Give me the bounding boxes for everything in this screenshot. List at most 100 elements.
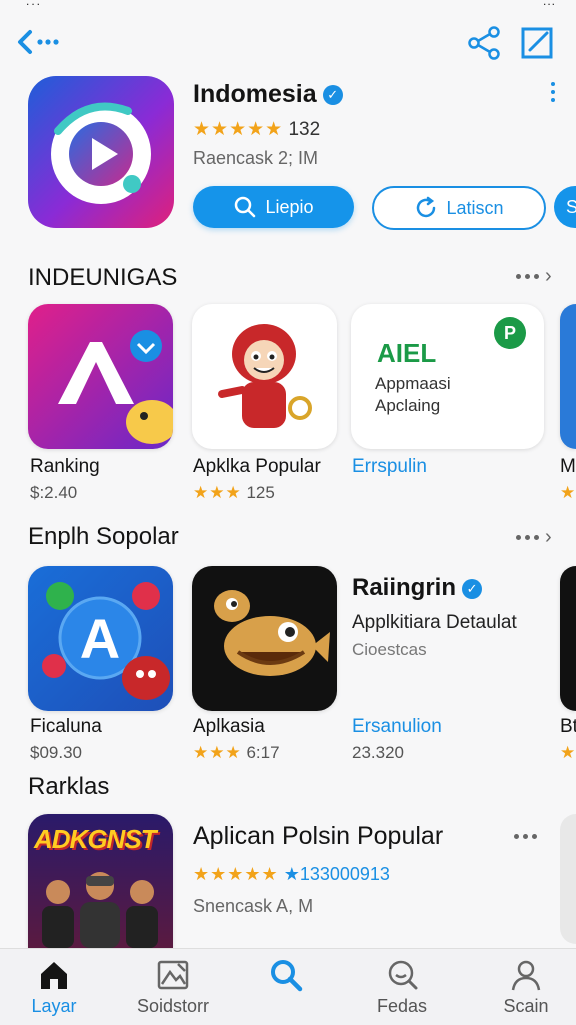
nav-item-soidstorr[interactable]: Soidstorr: [123, 958, 223, 1020]
rating-count: 6:17: [246, 743, 280, 762]
app-card-price: $:2.40: [30, 483, 78, 502]
app-card-line: Appmaasi: [375, 374, 451, 393]
nav-label: Scain: [503, 996, 549, 1016]
app-subtitle: Raencask 2; IM: [193, 148, 319, 168]
app-icon[interactable]: [28, 76, 174, 228]
app-card-title: Apklka Popular: [193, 456, 321, 477]
featured-app-title: Raiingrin ✓: [352, 574, 483, 602]
status-time: ...: [26, 0, 43, 8]
app-card-icon[interactable]: ADKGNST: [28, 814, 173, 948]
kebab-dot: [551, 90, 555, 94]
app-card-rating: ★★★ 6:17: [193, 743, 280, 763]
more-options-button[interactable]: [546, 82, 560, 110]
star-rating-icon: ★: [560, 483, 576, 502]
nav-label: Soidstorr: [136, 996, 210, 1016]
star-rating-icon: ★: [560, 743, 576, 762]
app-card-icon[interactable]: A: [28, 566, 173, 711]
third-action-button[interactable]: S: [554, 186, 576, 228]
app-card-title: Ersanulion: [352, 716, 442, 737]
nav-label: Fedas: [376, 996, 428, 1016]
blue-star-icon: ★: [283, 864, 300, 884]
nav-item-scain[interactable]: Scain: [476, 958, 576, 1020]
featured-app-title-text: Raiingrin: [352, 574, 457, 601]
p-badge-icon: P: [494, 317, 526, 349]
nav-label: Layar: [31, 996, 77, 1016]
dot: [516, 273, 521, 279]
section-title-2: Enplh Sopolar: [28, 523, 179, 550]
app-rating: ★★★★★ 132: [193, 118, 320, 141]
people-photo-icon: [42, 872, 158, 948]
dot: [525, 273, 530, 279]
app-card-title: Errspulin: [352, 456, 427, 477]
star-rating-icon: ★★★★★: [193, 119, 284, 140]
mascot-character-icon: [218, 324, 312, 428]
share-icon: [468, 26, 500, 60]
secondary-action-button[interactable]: Latiscn: [372, 186, 546, 230]
dot: [514, 833, 519, 839]
app-card-icon[interactable]: [28, 304, 173, 449]
nav-item-search[interactable]: [236, 958, 336, 1020]
verified-badge-icon: ✓: [462, 578, 483, 599]
edit-icon: [521, 27, 553, 59]
dot: [534, 273, 539, 279]
dot: [523, 833, 528, 839]
svg-text:A: A: [80, 607, 120, 670]
image-icon: [157, 960, 189, 990]
rating-text: 133000913: [299, 864, 390, 884]
star-rating-icon: ★★★: [193, 743, 242, 762]
list-item-more-button[interactable]: [514, 824, 558, 848]
section-title-1: INDEUNIGAS: [28, 264, 178, 291]
rating-count: 125: [246, 483, 275, 502]
nav-item-fedas[interactable]: Fedas: [352, 958, 452, 1020]
letter-a-badges-icon: A: [42, 582, 170, 700]
app-card-title: Aplkasia: [193, 716, 265, 737]
share-button[interactable]: [466, 24, 504, 62]
search-icon: [235, 196, 256, 218]
app-card-line: Apclaing: [375, 396, 441, 415]
app-card-title: Ficaluna: [30, 716, 102, 737]
edit-button[interactable]: [520, 26, 556, 62]
featured-app-line: Applkitiara Detaulat: [352, 612, 517, 633]
app-logo-icon: [51, 102, 151, 204]
nav-item-layar[interactable]: Layar: [4, 958, 104, 1020]
list-item-rating: ★★★★★ ★133000913: [193, 864, 390, 885]
app-card-price: $09.30: [30, 743, 82, 762]
rating-count: 132: [288, 119, 321, 140]
app-card-icon[interactable]: AIEL Appmaasi Apclaing P: [351, 304, 544, 449]
kebab-dot: [551, 82, 555, 86]
app-card-icon[interactable]: [560, 566, 576, 711]
third-action-label: S: [566, 196, 576, 217]
chat-search-icon: [388, 960, 418, 990]
home-icon: [41, 962, 67, 989]
app-card-title: M: [560, 456, 576, 477]
refresh-icon: [417, 196, 436, 218]
dot: [532, 833, 537, 839]
app-card-title: Ranking: [30, 456, 100, 477]
star-rating-icon: ★★★: [193, 483, 242, 502]
back-button[interactable]: [16, 22, 66, 62]
app-card-icon[interactable]: [560, 304, 576, 449]
app-title-text: Indomesia: [193, 80, 317, 108]
app-card-icon[interactable]: [192, 566, 337, 711]
letter-a-logo-icon: [58, 330, 173, 444]
kebab-dot: [551, 98, 555, 102]
dot: [534, 534, 539, 540]
chevron-right-icon: ›: [545, 526, 552, 548]
list-item-subtitle: Snencask A, M: [193, 896, 314, 916]
dot: [525, 534, 530, 540]
app-card-heading: AIEL: [377, 338, 437, 368]
section-1-more-button[interactable]: ›: [516, 264, 560, 288]
section-2-more-button[interactable]: ›: [516, 525, 560, 549]
star-rating-icon: ★★★★★: [193, 864, 279, 884]
profile-icon: [511, 960, 541, 991]
primary-action-button[interactable]: Liepio: [193, 186, 354, 228]
fish-character-icon: [214, 590, 330, 676]
app-title: Indomesia ✓: [193, 80, 343, 109]
app-card-title: Bt: [560, 716, 576, 737]
app-card-rating: ★★★ 125: [193, 483, 275, 503]
app-card-icon[interactable]: [192, 304, 337, 449]
app-card-icon[interactable]: [560, 814, 576, 944]
verified-badge-icon: ✓: [322, 85, 343, 106]
list-item-title: Aplican Polsin Popular: [193, 822, 444, 850]
featured-app-sub: Cioestcas: [352, 640, 427, 659]
